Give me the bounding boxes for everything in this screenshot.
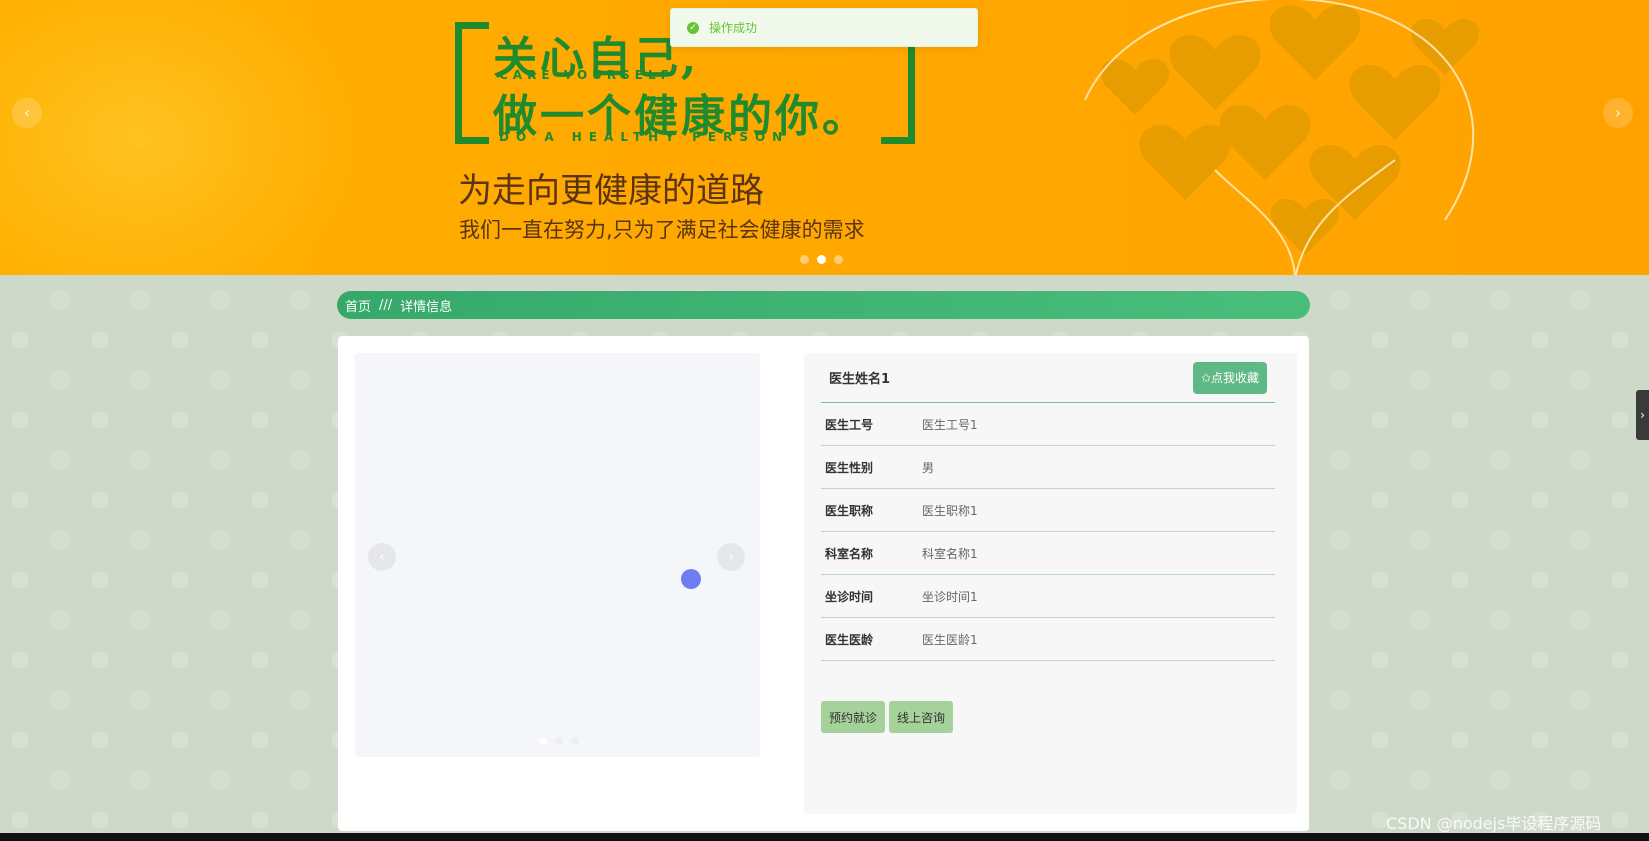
gallery-indicator-3[interactable] (571, 737, 579, 745)
info-row-staff-id: 医生工号 医生工号1 (821, 403, 1275, 446)
headline-english2: DO A HEALTHY PERSON (499, 130, 790, 144)
row-value: 医生职称1 (922, 503, 978, 518)
info-row-schedule: 坐诊时间 坐诊时间1 (821, 575, 1275, 618)
success-toast: ✓ 操作成功 (670, 8, 978, 47)
breadcrumb-current: 详情信息 (400, 299, 453, 315)
detail-card: ‹ › 医生姓名1 ✩点我收藏 医生工号 医生工号1 医生性别 男 医生职称 医… (338, 336, 1309, 831)
banner-indicators (800, 255, 843, 264)
cursor-indicator (681, 569, 701, 589)
info-row-experience: 医生医龄 医生医龄1 (821, 618, 1275, 661)
info-row-department: 科室名称 科室名称1 (821, 532, 1275, 575)
row-label: 医生医龄 (825, 632, 874, 647)
bracket-left (455, 22, 489, 144)
row-label: 科室名称 (825, 546, 874, 561)
row-label: 医生性别 (825, 460, 874, 475)
banner-indicator-1[interactable] (800, 255, 809, 264)
row-value: 医生工号1 (922, 417, 978, 432)
breadcrumb-home[interactable]: 首页 (345, 296, 371, 315)
info-header: 医生姓名1 ✩点我收藏 (821, 353, 1275, 403)
gallery-indicator-1[interactable] (539, 737, 547, 745)
row-label: 医生工号 (825, 417, 874, 432)
row-value: 坐诊时间1 (922, 589, 978, 604)
heart-tree-illustration (1084, 0, 1480, 275)
row-value: 男 (922, 460, 935, 475)
row-value: 科室名称1 (922, 546, 978, 561)
watermark: CSDN @nodejs毕设程序源码 (1386, 814, 1602, 833)
banner-prev-button[interactable]: ‹ (12, 98, 42, 128)
book-appointment-button[interactable]: 预约就诊 (821, 701, 886, 733)
row-label: 医生职称 (825, 503, 874, 518)
row-value: 医生医龄1 (922, 632, 978, 647)
toast-message: 操作成功 (709, 21, 758, 35)
doctor-name: 医生姓名1 (829, 372, 891, 387)
check-circle-icon: ✓ (687, 21, 699, 34)
banner-indicator-2[interactable] (817, 255, 826, 264)
gallery-next-button[interactable]: › (717, 543, 745, 571)
side-drawer-toggle[interactable]: › (1636, 390, 1649, 440)
info-rows: 医生工号 医生工号1 医生性别 男 医生职称 医生职称1 科室名称 科室名称1 … (821, 403, 1275, 661)
gallery-prev-button[interactable]: ‹ (368, 543, 396, 571)
banner-tagline: 我们一直在努力,只为了满足社会健康的需求 (459, 218, 865, 242)
online-consult-button[interactable]: 线上咨询 (889, 701, 954, 733)
doctor-info-panel: 医生姓名1 ✩点我收藏 医生工号 医生工号1 医生性别 男 医生职称 医生职称1… (804, 353, 1297, 814)
image-carousel: ‹ › (355, 353, 760, 757)
breadcrumb: 首页 /// 详情信息 (337, 291, 1310, 319)
row-label: 坐诊时间 (825, 589, 874, 604)
breadcrumb-separator: /// (379, 297, 393, 313)
action-buttons: 预约就诊 线上咨询 (821, 701, 954, 733)
info-row-gender: 医生性别 男 (821, 446, 1275, 489)
favorite-button[interactable]: ✩点我收藏 (1192, 361, 1267, 394)
bottom-bar (0, 833, 1649, 841)
gallery-indicators (539, 737, 579, 745)
banner-decoration (0, 0, 360, 275)
banner-next-button[interactable]: › (1603, 98, 1633, 128)
banner-indicator-3[interactable] (834, 255, 843, 264)
gallery-indicator-2[interactable] (555, 737, 563, 745)
banner-subtitle: 为走向更健康的道路 (458, 171, 764, 211)
info-row-title: 医生职称 医生职称1 (821, 489, 1275, 532)
